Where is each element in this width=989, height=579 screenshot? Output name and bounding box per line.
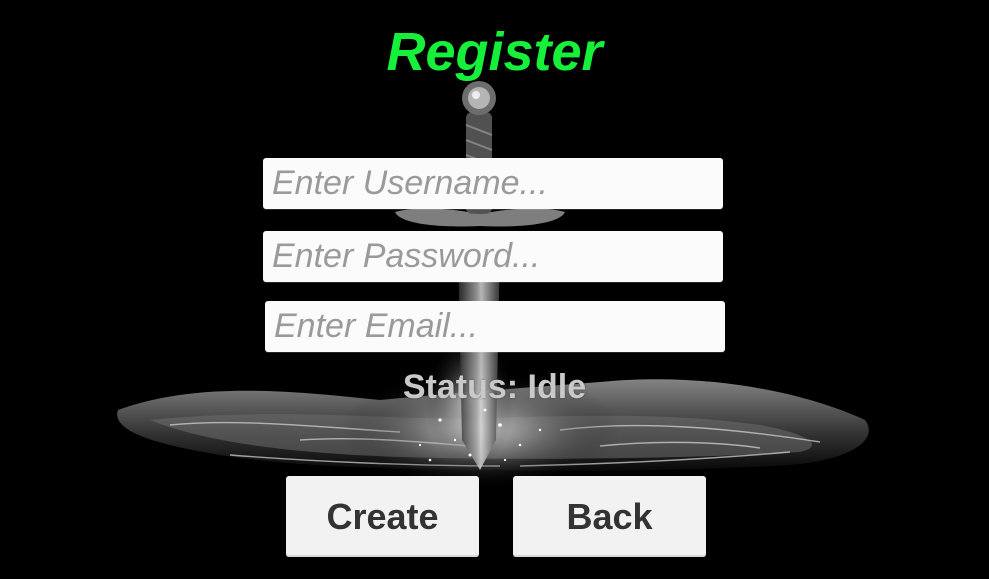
email-input[interactable] <box>265 301 725 352</box>
password-field[interactable] <box>263 231 723 282</box>
username-input[interactable] <box>263 158 723 209</box>
email-field[interactable] <box>265 301 725 352</box>
create-button[interactable]: Create <box>286 476 479 557</box>
register-screen: Register Status: Idle Create Back <box>0 0 989 579</box>
username-field[interactable] <box>263 158 723 209</box>
status-label: Status: Idle <box>402 368 587 406</box>
sword-in-water-illustration <box>117 81 869 490</box>
page-title: Register <box>386 22 603 82</box>
back-button[interactable]: Back <box>513 476 706 557</box>
password-input[interactable] <box>263 231 723 282</box>
